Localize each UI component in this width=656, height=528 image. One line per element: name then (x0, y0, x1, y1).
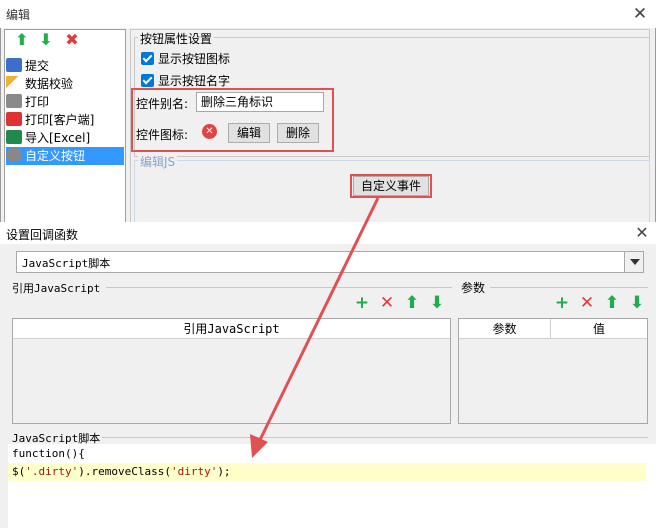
annotation-arrow (250, 197, 380, 458)
